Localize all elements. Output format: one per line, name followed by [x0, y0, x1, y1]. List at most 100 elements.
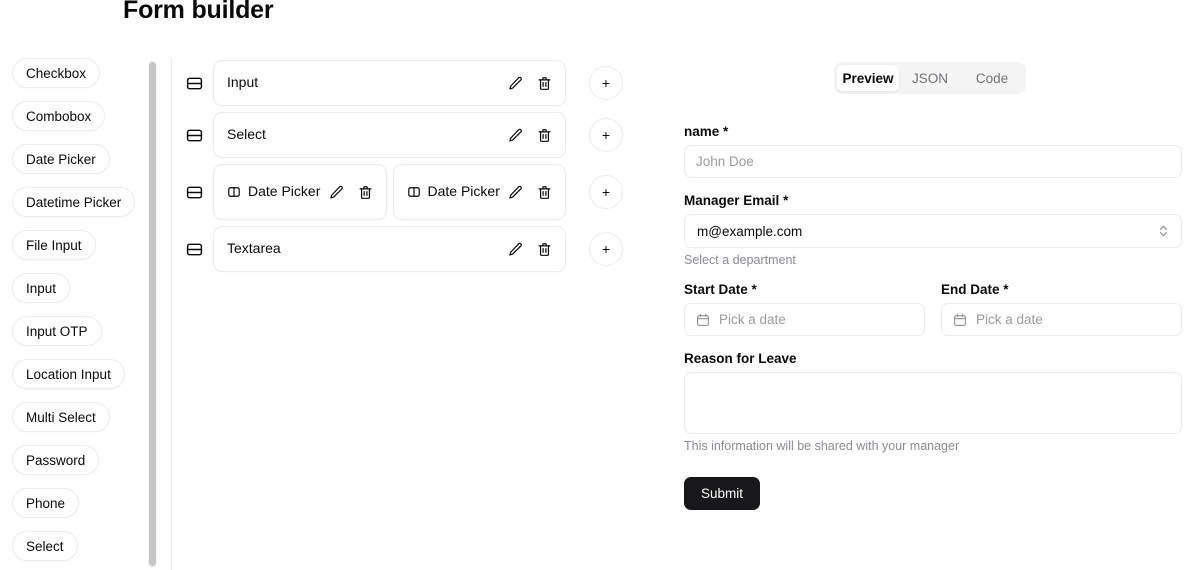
label-start-date: Start Date * [684, 282, 925, 297]
palette-item-checkbox[interactable]: Checkbox [12, 58, 101, 88]
canvas-row-fields: Textarea [213, 226, 566, 272]
field-card-label: Textarea [227, 240, 281, 257]
delete-trash-icon[interactable] [358, 185, 373, 200]
edit-pencil-icon[interactable] [508, 185, 523, 200]
palette-item-password[interactable]: Password [12, 445, 100, 475]
form-builder-page: Form builder Checkbox Combobox Date Picker… [0, 0, 1200, 570]
manager-email-help: Select a department [684, 253, 796, 267]
palette-item-label: Datetime Picker [26, 194, 122, 210]
field-card[interactable]: Select [213, 112, 566, 158]
sidebar-scrollbar-thumb[interactable] [149, 62, 156, 566]
field-card-label: Select [227, 126, 266, 143]
palette-item-label: Combobox [26, 108, 92, 124]
required-asterisk: * [783, 193, 789, 208]
label-reason-text: Reason for Leave [684, 351, 797, 366]
label-name-text: name [684, 124, 720, 139]
manager-email-select[interactable]: m@example.com [684, 214, 1182, 248]
canvas-row: Input + [183, 60, 623, 106]
palette-item-multi-select[interactable]: Multi Select [12, 402, 110, 432]
rows-drag-handle-icon[interactable] [183, 181, 205, 203]
columns-icon [407, 185, 421, 199]
field-card-label: Input [227, 74, 259, 91]
palette-item-file-input[interactable]: File Input [12, 230, 96, 260]
end-date-picker[interactable]: Pick a date [941, 303, 1182, 336]
name-input[interactable] [684, 145, 1182, 178]
field-group-manager-email: Manager Email * m@example.com Select a d… [684, 193, 1182, 267]
add-field-button[interactable]: + [589, 118, 623, 152]
field-card-label: Date Picker [248, 183, 321, 200]
required-asterisk: * [1003, 282, 1009, 297]
field-card-label: Date Picker [427, 183, 500, 200]
field-card-actions [508, 242, 552, 257]
vertical-divider [171, 58, 172, 570]
palette-item-label: Multi Select [26, 409, 96, 425]
label-reason: Reason for Leave [684, 351, 1182, 366]
delete-trash-icon[interactable] [537, 185, 552, 200]
edit-pencil-icon[interactable] [508, 128, 523, 143]
field-group-reason: Reason for Leave This information will b… [684, 351, 1182, 453]
palette-item-input[interactable]: Input [12, 273, 71, 303]
field-card[interactable]: Textarea [213, 226, 566, 272]
palette-item-label: Password [26, 452, 86, 468]
calendar-icon [953, 313, 967, 327]
field-card-actions [329, 185, 373, 200]
required-asterisk: * [723, 124, 729, 139]
edit-pencil-icon[interactable] [329, 185, 344, 200]
field-card[interactable]: Date Picker [392, 164, 566, 220]
add-field-button[interactable]: + [589, 66, 623, 100]
preview-form: name * Manager Email * m@example.com [684, 124, 1182, 510]
palette-item-date-picker[interactable]: Date Picker [12, 144, 110, 174]
field-card[interactable]: Date Picker [213, 164, 387, 220]
tab-preview[interactable]: Preview [837, 65, 899, 91]
field-card[interactable]: Input [213, 60, 566, 106]
palette-item-combobox[interactable]: Combobox [12, 101, 106, 131]
preview-tabs: Preview JSON Code [834, 62, 1026, 94]
rows-drag-handle-icon[interactable] [183, 238, 205, 260]
start-date-picker[interactable]: Pick a date [684, 303, 925, 336]
calendar-icon [696, 313, 710, 327]
field-group-start-date: Start Date * Pick a date [684, 282, 925, 336]
reason-textarea[interactable] [684, 372, 1182, 434]
manager-email-value: m@example.com [697, 223, 803, 239]
required-asterisk: * [751, 282, 757, 297]
palette-item-label: File Input [26, 237, 82, 253]
canvas-row-fields: Select [213, 112, 566, 158]
palette-item-input-otp[interactable]: Input OTP [12, 316, 102, 346]
palette-item-label: Location Input [26, 366, 111, 382]
start-date-placeholder: Pick a date [719, 312, 786, 327]
field-card-actions [508, 76, 552, 91]
end-date-placeholder: Pick a date [976, 312, 1043, 327]
palette-item-label: Checkbox [26, 65, 87, 81]
field-group-name: name * [684, 124, 1182, 178]
rows-drag-handle-icon[interactable] [183, 124, 205, 146]
tab-json[interactable]: JSON [899, 65, 961, 91]
palette-item-location-input[interactable]: Location Input [12, 359, 125, 389]
palette-item-datetime-picker[interactable]: Datetime Picker [12, 187, 136, 217]
field-card-actions [508, 128, 552, 143]
label-name: name * [684, 124, 1182, 139]
add-field-button[interactable]: + [589, 175, 623, 209]
label-manager-email: Manager Email * [684, 193, 1182, 208]
preview-pane: PreviewJSONCode name * Manager Email * m… [660, 58, 1200, 510]
edit-pencil-icon[interactable] [508, 76, 523, 91]
page-title: Form builder [123, 0, 274, 24]
rows-drag-handle-icon[interactable] [183, 72, 205, 94]
palette-item-label: Input [26, 280, 57, 296]
label-end-date: End Date * [941, 282, 1182, 297]
label-manager-email-text: Manager Email [684, 193, 780, 208]
palette-item-select[interactable]: Select [12, 531, 78, 561]
delete-trash-icon[interactable] [537, 76, 552, 91]
palette-item-label: Phone [26, 495, 66, 511]
columns-icon [227, 185, 241, 199]
palette-item-label: Date Picker [26, 151, 96, 167]
submit-button[interactable]: Submit [684, 477, 761, 510]
edit-pencil-icon[interactable] [508, 242, 523, 257]
field-group-end-date: End Date * Pick a date [941, 282, 1182, 336]
palette-item-phone[interactable]: Phone [12, 488, 80, 518]
delete-trash-icon[interactable] [537, 128, 552, 143]
canvas-row: Textarea + [183, 226, 623, 272]
add-field-button[interactable]: + [589, 232, 623, 266]
delete-trash-icon[interactable] [537, 242, 552, 257]
chevrons-up-down-icon [1158, 224, 1169, 238]
tab-code[interactable]: Code [961, 65, 1023, 91]
